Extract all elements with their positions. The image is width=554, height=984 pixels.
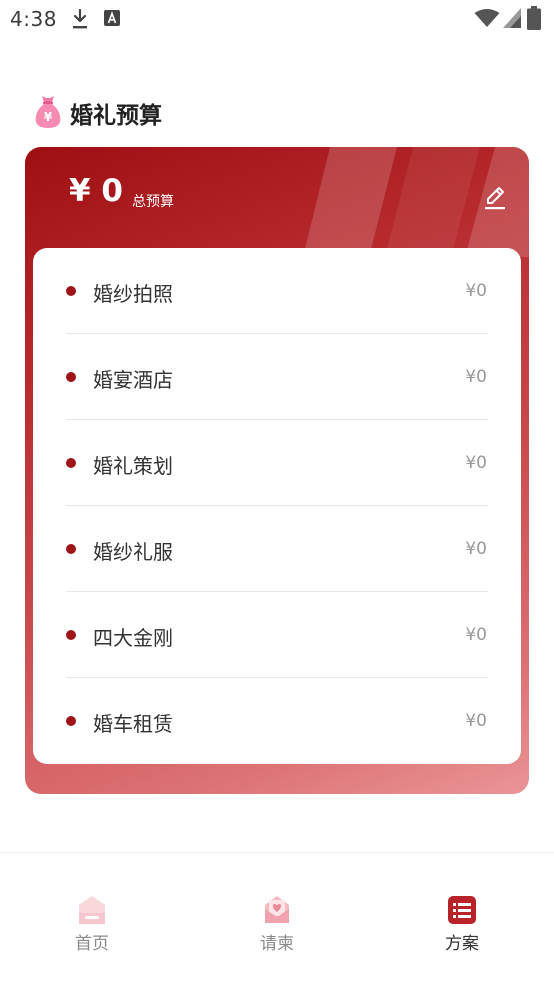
home-icon (79, 896, 105, 924)
budget-items-list: 婚纱拍照 ¥0 婚宴酒店 ¥0 婚礼策划 ¥0 婚纱礼服 ¥0 四大金刚 ¥0 … (33, 248, 521, 764)
signal-icon (503, 8, 521, 28)
download-icon (73, 8, 87, 29)
nav-label-invitation: 请柬 (260, 934, 294, 954)
bullet-dot (66, 544, 76, 554)
budget-item-amount: ¥0 (465, 711, 487, 731)
budget-item-name: 婚宴酒店 (93, 368, 173, 392)
budget-row-wedding-dress[interactable]: 婚纱礼服 ¥0 (33, 506, 521, 592)
wifi-icon (474, 9, 500, 27)
budget-item-amount: ¥0 (465, 367, 487, 387)
budget-item-name: 婚车租赁 (93, 712, 173, 736)
budget-item-amount: ¥0 (465, 281, 487, 301)
money-bag-icon: ¥ (35, 96, 61, 128)
budget-row-makeup-photo-video[interactable]: 四大金刚 ¥0 (33, 592, 521, 678)
budget-row-wedding-photo[interactable]: 婚纱拍照 ¥0 (33, 248, 521, 334)
budget-item-name: 婚纱拍照 (93, 282, 173, 306)
nav-label-plan: 方案 (445, 934, 479, 954)
invitation-icon (265, 896, 289, 923)
budget-row-wedding-planning[interactable]: 婚礼策划 ¥0 (33, 420, 521, 506)
nav-item-home[interactable]: 首页 (37, 895, 147, 955)
budget-item-name: 婚纱礼服 (93, 540, 173, 564)
nav-item-invitation[interactable]: 请柬 (222, 895, 332, 955)
status-time: 4:38 (10, 7, 57, 31)
status-bar: 4:38 (0, 0, 554, 40)
plan-list-icon (448, 896, 476, 924)
edit-icon[interactable] (483, 185, 507, 211)
bullet-dot (66, 286, 76, 296)
nav-label-home: 首页 (75, 934, 109, 954)
bullet-dot (66, 716, 76, 726)
total-budget-amount: ¥ 0 (69, 173, 123, 209)
budget-row-car-rental[interactable]: 婚车租赁 ¥0 (33, 678, 521, 764)
svg-text:¥: ¥ (44, 110, 53, 124)
budget-item-name: 婚礼策划 (93, 454, 173, 478)
budget-item-amount: ¥0 (465, 453, 487, 473)
bullet-dot (66, 372, 76, 382)
budget-row-banquet-hotel[interactable]: 婚宴酒店 ¥0 (33, 334, 521, 420)
a-icon (104, 10, 120, 26)
bottom-nav: 首页 请柬 方案 (0, 852, 554, 984)
battery-icon (527, 6, 541, 30)
total-budget-label: 总预算 (132, 194, 174, 210)
nav-item-plan[interactable]: 方案 (407, 895, 517, 955)
app-screen: 4:38 ¥ 婚礼预算 ¥ 0 总预算 婚纱拍照 ¥0 婚宴酒店 ¥0 婚礼策划… (0, 0, 554, 984)
bullet-dot (66, 630, 76, 640)
bullet-dot (66, 458, 76, 468)
budget-item-amount: ¥0 (465, 539, 487, 559)
budget-item-name: 四大金刚 (93, 626, 173, 650)
budget-card: ¥ 0 总预算 婚纱拍照 ¥0 婚宴酒店 ¥0 婚礼策划 ¥0 婚纱礼服 ¥0 … (25, 147, 529, 794)
page-title: 婚礼预算 (70, 103, 162, 129)
budget-item-amount: ¥0 (465, 625, 487, 645)
